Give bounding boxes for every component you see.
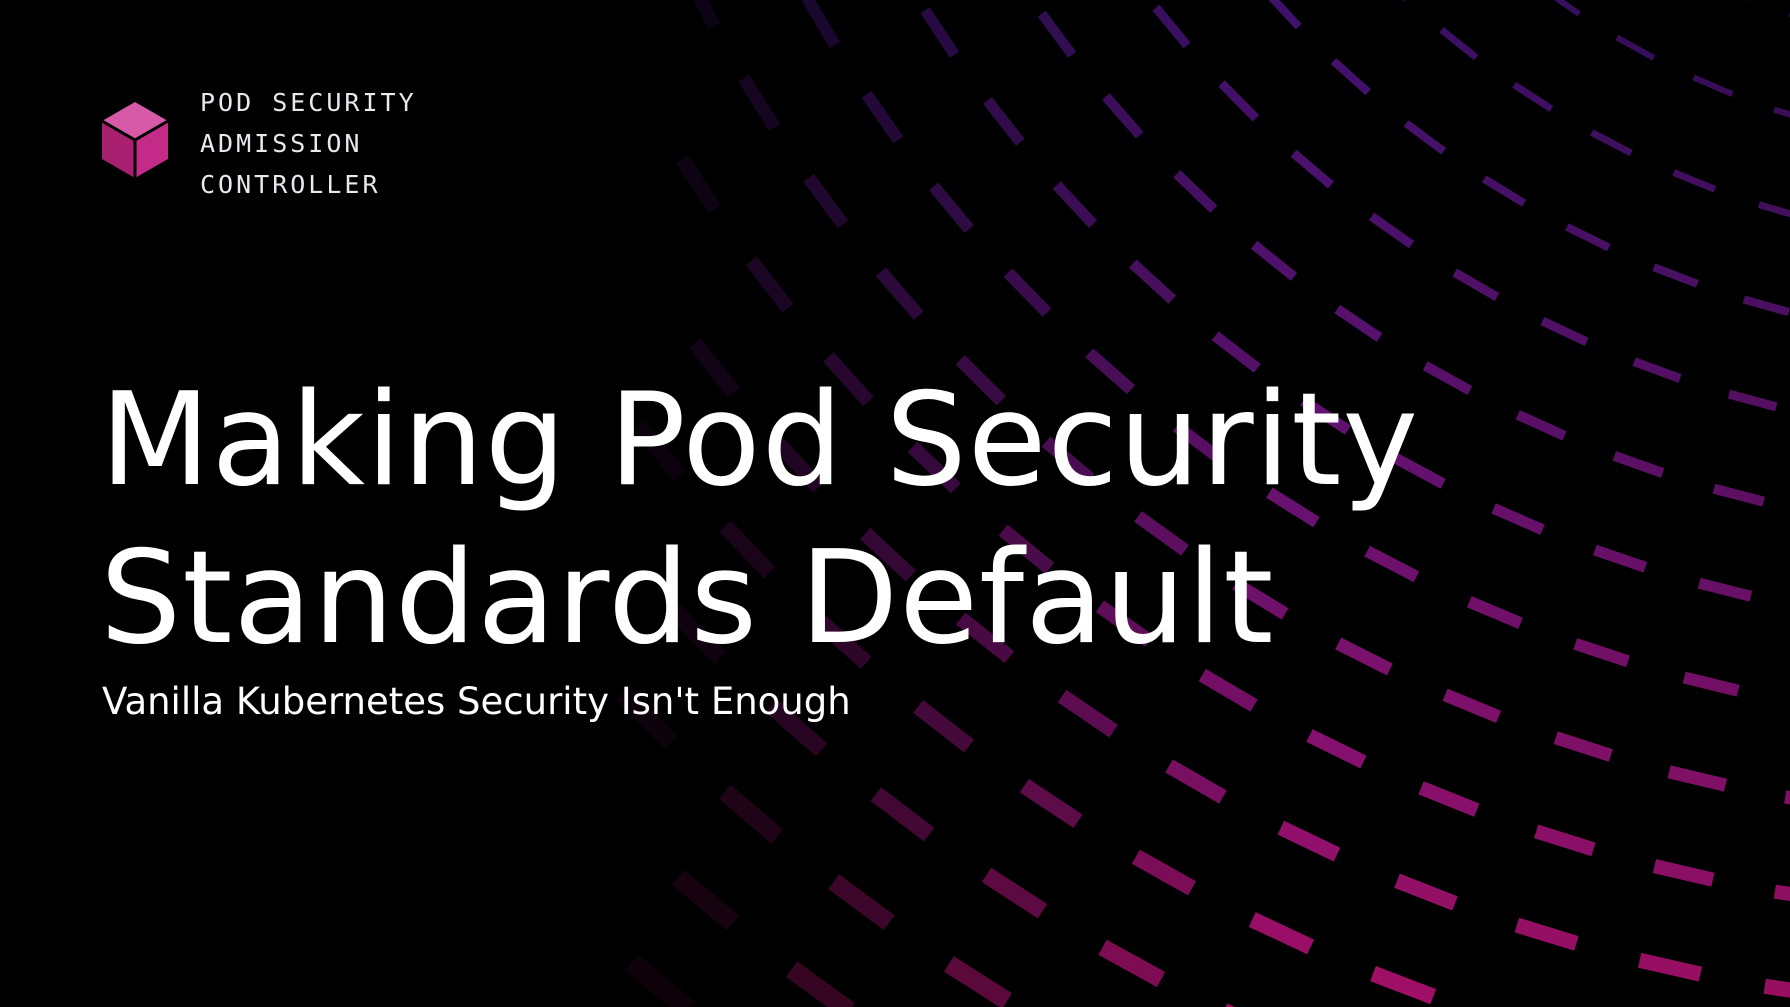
pattern-dash (1250, 240, 1298, 281)
pattern-dash (875, 267, 924, 320)
pattern-dash (1540, 316, 1589, 347)
pattern-dash (1019, 778, 1083, 829)
page-title: Making Pod Security Standards Default (100, 362, 1419, 678)
pattern-dash (1037, 10, 1077, 58)
pattern-dash (1542, 0, 1581, 17)
pattern-dash (1003, 268, 1052, 317)
brand-line-1: POD SECURITY (200, 88, 417, 117)
pattern-dash (745, 256, 794, 313)
pattern-dash (1482, 175, 1527, 207)
pattern-dash (1277, 820, 1341, 862)
pattern-dash (1439, 27, 1479, 61)
brand-name: POD SECURITY ADMISSION CONTROLLER (200, 82, 417, 205)
pattern-dash (1712, 0, 1752, 1)
pattern-dash (1403, 120, 1447, 155)
pattern-dash (1248, 912, 1315, 955)
title-line-1: Making Pod Security (100, 366, 1420, 515)
pattern-dash (718, 784, 784, 844)
pattern-dash (1290, 149, 1334, 189)
pattern-dash (801, 0, 841, 49)
pattern-dash (1334, 304, 1383, 342)
pattern-dash (1773, 106, 1790, 126)
pattern-dash (1371, 0, 1409, 2)
pattern-dash (1763, 978, 1790, 1004)
pattern-dash (981, 867, 1048, 919)
brand-block: POD SECURITY ADMISSION CONTROLLER (100, 82, 417, 205)
pattern-dash (870, 787, 935, 842)
pattern-dash (1098, 939, 1166, 988)
pattern-dash (1218, 80, 1260, 122)
pattern-dash (1593, 544, 1648, 573)
pattern-dash (1467, 596, 1523, 629)
pattern-dash (1515, 410, 1567, 441)
pattern-dash (1742, 295, 1790, 316)
pattern-dash (983, 96, 1025, 146)
pattern-dash (1491, 503, 1545, 535)
pattern-dash (1052, 181, 1098, 228)
pattern-dash (1697, 577, 1753, 602)
pattern-dash (803, 173, 849, 229)
pattern-dash (1773, 884, 1790, 908)
pattern-dash (1632, 357, 1682, 383)
pattern-dash (1667, 765, 1728, 792)
pattern-dash (1512, 81, 1554, 112)
pattern-dash (861, 90, 904, 144)
pattern-dash (1534, 824, 1596, 857)
pattern-dash (625, 954, 696, 1007)
pattern-dash (1370, 965, 1437, 1005)
pattern-dash (1102, 93, 1144, 139)
pattern-dash (1422, 361, 1473, 396)
pattern-dash (1553, 731, 1613, 762)
pattern-dash (1368, 212, 1415, 249)
title-line-2: Standards Default (100, 524, 1275, 673)
title-slide: POD SECURITY ADMISSION CONTROLLER Making… (0, 0, 1790, 1007)
pattern-dash (1615, 34, 1656, 61)
pattern-dash (676, 155, 721, 214)
subtitle: Vanilla Kubernetes Security Isn't Enough (102, 680, 851, 723)
brand-line-2: ADMISSION (200, 129, 363, 158)
pattern-dash (1129, 259, 1177, 304)
pattern-dash (1165, 759, 1227, 804)
pattern-dash (1573, 638, 1630, 668)
pattern-dash (1306, 729, 1367, 769)
pattern-dash (1692, 74, 1734, 97)
pattern-dash (1452, 268, 1500, 302)
pattern-dash (1637, 952, 1703, 982)
pattern-dash (828, 874, 895, 931)
pattern-dash (1418, 781, 1480, 817)
cube-icon (101, 102, 169, 178)
pattern-dash (1682, 671, 1740, 697)
pattern-dash (1727, 389, 1778, 412)
pattern-dash (913, 700, 975, 753)
pattern-dash (1672, 169, 1717, 193)
pattern-dash (920, 7, 960, 58)
pattern-dash (1394, 873, 1458, 911)
pattern-dash (1652, 859, 1715, 887)
pattern-dash (681, 0, 720, 29)
pattern-dash (1330, 57, 1371, 96)
pattern-dash (1590, 129, 1633, 157)
pattern-dash (1652, 263, 1699, 288)
pattern-dash (1784, 790, 1790, 813)
pattern-dash (738, 74, 781, 131)
pattern-dash (1057, 689, 1118, 738)
pattern-dash (1712, 483, 1765, 507)
pattern-dash (1173, 170, 1218, 213)
pattern-dash (1152, 4, 1191, 49)
pattern-dash (1220, 1003, 1288, 1007)
pattern-dash (1757, 201, 1790, 221)
pattern-dash (1442, 688, 1502, 723)
pattern-dash (944, 956, 1013, 1007)
pattern-dash (672, 869, 740, 931)
pattern-dash (1131, 849, 1197, 896)
pattern-dash (1514, 917, 1579, 951)
pattern-dash (929, 182, 974, 234)
pattern-dash (1263, 0, 1302, 30)
brand-line-3: CONTROLLER (200, 170, 381, 199)
pattern-dash (1612, 451, 1665, 478)
pattern-dash (1565, 223, 1611, 252)
pattern-dash (786, 961, 856, 1007)
